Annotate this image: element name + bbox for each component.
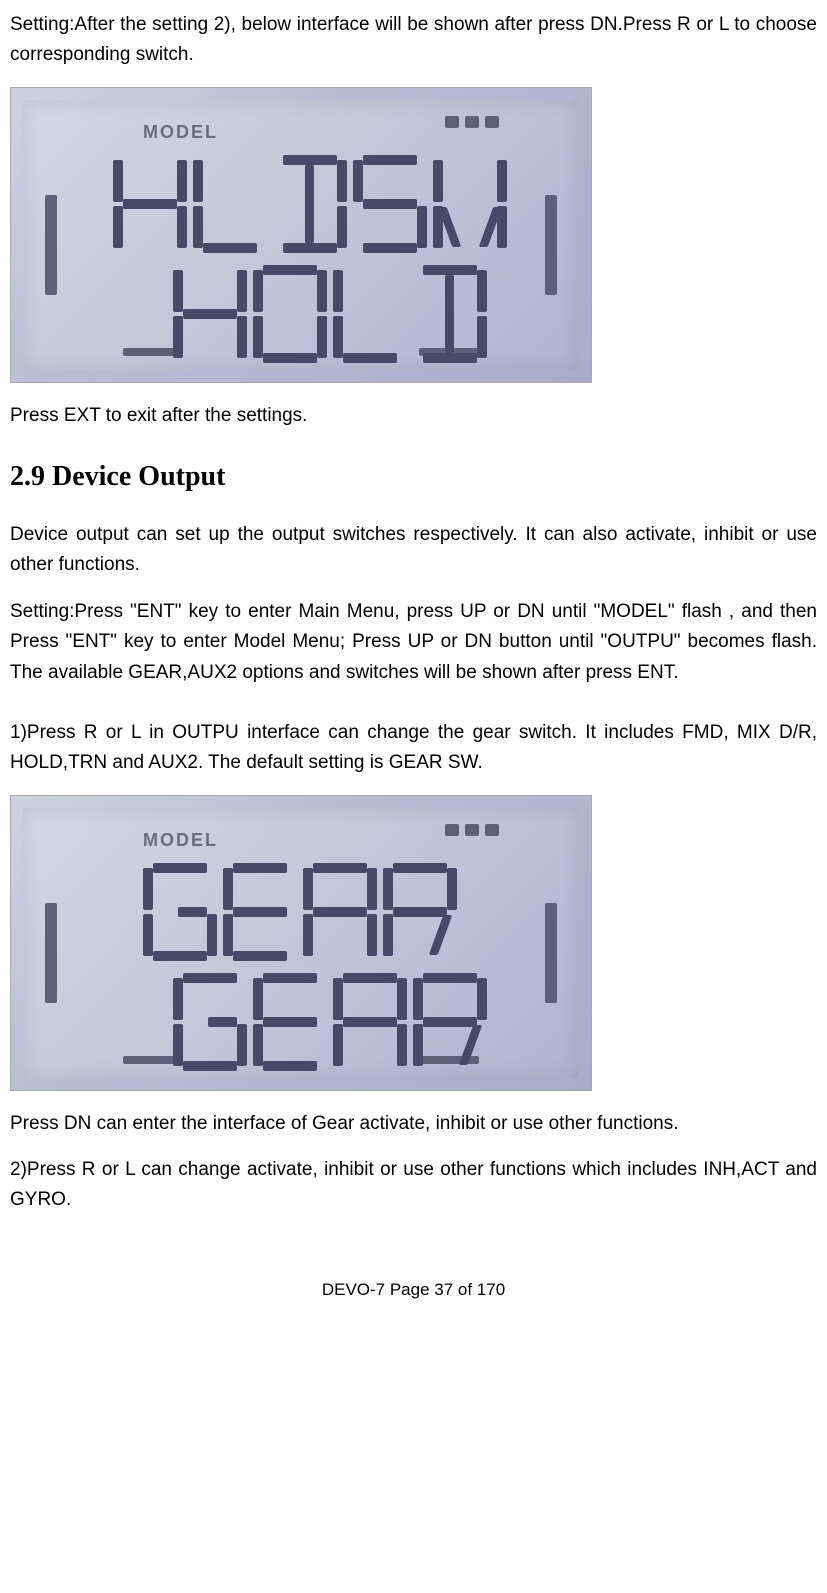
paragraph-section-2: Setting:Press "ENT" key to enter Main Me…	[10, 597, 817, 688]
lcd-row-1b	[143, 863, 457, 961]
lcd-row-2	[173, 265, 487, 363]
lcd-row-2b	[173, 973, 487, 1071]
lcd-screenshot-hldsw: MODEL	[10, 87, 592, 383]
page-footer: DEVO-7 Page 37 of 170	[10, 1276, 817, 1303]
lcd-model-label-2: MODEL	[143, 826, 218, 855]
paragraph-section-5: 2)Press R or L can change activate, inhi…	[10, 1155, 817, 1216]
section-heading: 2.9 Device Output	[10, 455, 817, 500]
lcd-model-label: MODEL	[143, 118, 218, 147]
lcd-screenshot-gear: MODEL	[10, 795, 592, 1091]
paragraph-intro-1: Setting:After the setting 2), below inte…	[10, 10, 817, 71]
paragraph-intro-2: Press EXT to exit after the settings.	[10, 401, 817, 431]
paragraph-section-3: 1)Press R or L in OUTPU interface can ch…	[10, 718, 817, 779]
paragraph-section-4: Press DN can enter the interface of Gear…	[10, 1109, 817, 1139]
paragraph-section-1: Device output can set up the output swit…	[10, 520, 817, 581]
lcd-row-1	[113, 155, 507, 253]
